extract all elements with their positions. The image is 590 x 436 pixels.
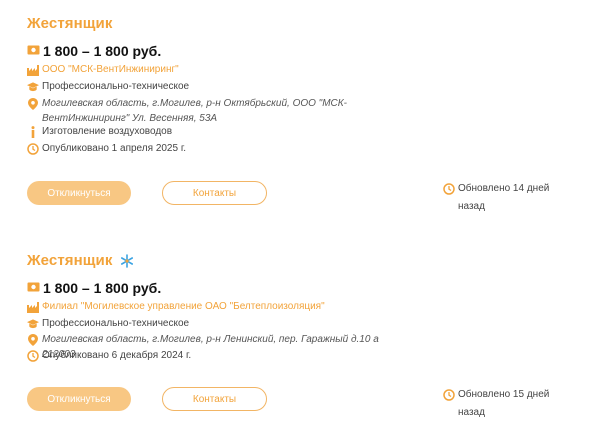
vacancy-title-link[interactable]: Жестянщик [27, 252, 113, 269]
published-row: Опубликовано 1 апреля 2025 г. [27, 143, 186, 156]
vacancy-title-row: Жестянщик [27, 252, 134, 269]
money-icon [27, 42, 40, 60]
graduation-cap-icon [27, 318, 39, 330]
description-text: Изготовление воздуховодов [42, 126, 173, 137]
education-row: Профессионально-техническое [27, 318, 189, 331]
vacancy-title-link[interactable]: Жестянщик [27, 15, 113, 32]
updated-info: Обновлено 14 дней назад [443, 182, 558, 216]
company-row: ООО "МСК-ВентИнжиниринг" [27, 64, 179, 77]
clock-icon [27, 143, 39, 155]
info-icon [27, 126, 39, 138]
published-date: Опубликовано 6 декабря 2024 г. [42, 350, 192, 361]
description-row: Изготовление воздуховодов [27, 126, 172, 139]
company-link[interactable]: Филиал "Могилевское управление ОАО "Белт… [42, 299, 325, 314]
updated-info: Обновлено 15 дней назад [443, 388, 558, 422]
contacts-button[interactable]: Контакты [162, 387, 267, 411]
money-icon [27, 279, 40, 297]
published-row: Опубликовано 6 декабря 2024 г. [27, 350, 191, 363]
salary-value: 1 800 – 1 800 руб. [43, 280, 162, 296]
published-date: Опубликовано 1 апреля 2025 г. [42, 143, 187, 154]
salary-row: 1 800 – 1 800 руб. [27, 42, 161, 60]
apply-button[interactable]: Откликнуться [27, 387, 131, 411]
star-icon [120, 253, 134, 268]
address-text: Могилевская область, г.Могилев, р-н Октя… [42, 98, 348, 124]
company-row: Филиал "Могилевское управление ОАО "Белт… [27, 301, 325, 314]
salary-row: 1 800 – 1 800 руб. [27, 279, 161, 297]
education-text: Профессионально-техническое [42, 318, 190, 329]
education-text: Профессионально-техническое [42, 81, 190, 92]
salary-value: 1 800 – 1 800 руб. [43, 43, 162, 59]
clock-icon [443, 389, 455, 401]
vacancy-title-row: Жестянщик [27, 15, 113, 32]
apply-button[interactable]: Откликнуться [27, 181, 131, 205]
education-row: Профессионально-техническое [27, 81, 189, 94]
clock-icon [443, 183, 455, 195]
contacts-button[interactable]: Контакты [162, 181, 267, 205]
factory-icon [27, 64, 39, 76]
graduation-cap-icon [27, 81, 39, 93]
location-pin-icon [27, 98, 39, 110]
clock-icon [27, 350, 39, 362]
company-link[interactable]: ООО "МСК-ВентИнжиниринг" [42, 62, 179, 77]
updated-text: Обновлено 15 дней назад [458, 389, 550, 418]
updated-text: Обновлено 14 дней назад [458, 183, 550, 212]
address-row: Могилевская область, г.Могилев, р-н Октя… [27, 98, 412, 126]
location-pin-icon [27, 334, 39, 346]
factory-icon [27, 301, 39, 313]
